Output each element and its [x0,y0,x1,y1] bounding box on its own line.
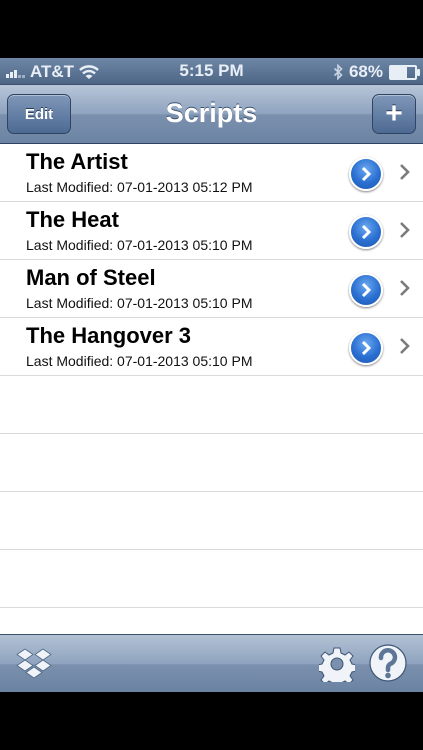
script-modified: Last Modified: 07-01-2013 05:10 PM [26,353,253,369]
bluetooth-icon [333,64,343,80]
list-item[interactable]: The Hangover 3 Last Modified: 07-01-2013… [0,318,423,376]
script-modified: Last Modified: 07-01-2013 05:10 PM [26,295,253,311]
gear-icon[interactable] [319,646,355,682]
dropbox-icon[interactable] [16,647,52,681]
status-bar: AT&T 5:15 PM 68% [0,58,423,85]
script-title: Man of Steel [26,265,156,290]
chevron-right-icon [361,340,372,356]
add-script-button[interactable]: + [372,94,416,134]
scripts-list: The Artist Last Modified: 07-01-2013 05:… [0,144,423,608]
app-screen: AT&T 5:15 PM 68% Edit Scripts + The Arti… [0,58,423,692]
page-title: Scripts [165,98,258,128]
bottom-toolbar [0,634,423,692]
chevron-right-icon [361,166,372,182]
chevron-right-icon [400,280,410,296]
script-title: The Artist [26,149,128,174]
navigation-bar: Edit Scripts + [0,85,423,144]
empty-row [0,434,423,492]
list-item[interactable]: Man of Steel Last Modified: 07-01-2013 0… [0,260,423,318]
chevron-right-icon [400,164,410,180]
chevron-right-icon [400,338,410,354]
script-modified: Last Modified: 07-01-2013 05:12 PM [26,179,253,195]
detail-disclosure-button[interactable] [349,157,383,191]
empty-row [0,550,423,608]
battery-icon [389,64,420,80]
detail-disclosure-button[interactable] [349,273,383,307]
battery-percent: 68% [348,62,383,81]
list-item[interactable]: The Artist Last Modified: 07-01-2013 05:… [0,144,423,202]
empty-row [0,376,423,434]
help-icon[interactable] [368,643,408,683]
chevron-right-icon [400,222,410,238]
empty-row [0,492,423,550]
chevron-right-icon [361,282,372,298]
detail-disclosure-button[interactable] [349,331,383,365]
detail-disclosure-button[interactable] [349,215,383,249]
list-item[interactable]: The Heat Last Modified: 07-01-2013 05:10… [0,202,423,260]
script-title: The Heat [26,207,119,232]
script-modified: Last Modified: 07-01-2013 05:10 PM [26,237,253,253]
script-title: The Hangover 3 [26,323,192,348]
chevron-right-icon [361,224,372,240]
